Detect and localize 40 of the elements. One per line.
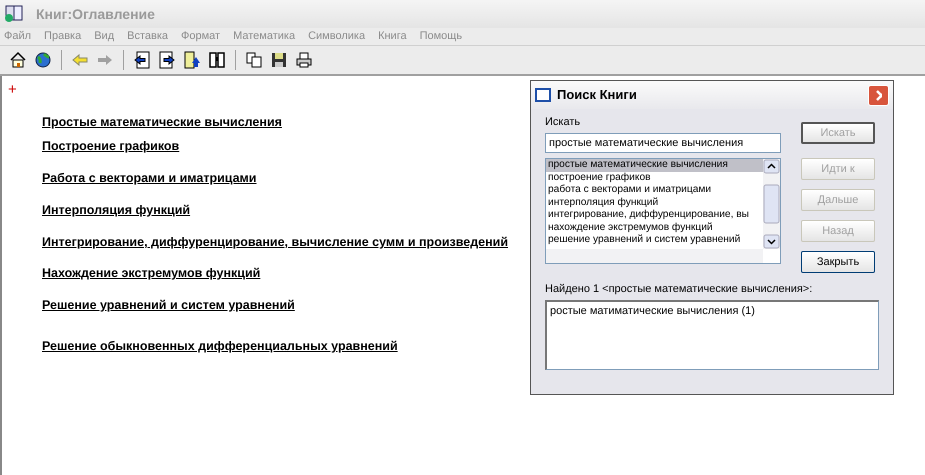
contents-link[interactable]: Работа с векторами и иматрицами [42,171,256,186]
close-button[interactable] [868,84,889,106]
vertical-scrollbar[interactable] [763,159,780,249]
scroll-up-icon[interactable] [763,159,780,174]
search-label: Искать [545,115,582,129]
topic-item[interactable]: построение графиков [546,172,763,184]
horizontal-scrollbar[interactable] [546,249,763,263]
page-arrow-icon[interactable] [132,50,152,70]
contents-link[interactable]: Решение обыкновенных дифференциальных уравнений [42,339,398,354]
copy-icon[interactable] [244,50,264,70]
globe-icon[interactable] [33,50,53,70]
contents-link[interactable]: Нахождение экстремумов функций [42,266,260,281]
window-title: Книг:Оглавление [36,4,155,24]
search-field[interactable]: простые математические вычисления [545,133,781,153]
book-icon [4,5,24,23]
plus-marker: + [8,82,17,97]
contents-link[interactable]: Интегрирование, диффуренцирование, вычисление сумм и произведений [42,235,508,250]
topic-item[interactable]: работа с векторами и иматрицами [546,184,763,196]
binoculars-icon[interactable] [207,50,227,70]
contents-link[interactable]: Построение графиков [42,139,180,154]
topic-item[interactable]: простые математические вычисления [546,159,763,172]
result-item[interactable]: ростые матиматические вычисления (1) [550,303,875,320]
page-arrow-icon[interactable] [182,50,202,70]
dialog-button[interactable]: Закрыть [801,251,875,273]
scroll-down-icon[interactable] [763,234,780,249]
contents-link[interactable]: Интерполяция функций [42,203,190,218]
dialog-title: Поиск Книги [557,86,637,104]
page-arrow-icon[interactable] [157,50,177,70]
topic-item[interactable]: решение уравнений и систем уравнений [546,234,763,246]
contents-link[interactable]: Простые математические вычисления [42,115,282,130]
window-icon [535,88,551,102]
floppy-icon[interactable] [269,50,289,70]
topic-item[interactable]: интегрирование, диффуренцирование, вы [546,209,763,222]
scroll-thumb[interactable] [763,184,780,224]
topic-item[interactable]: интерполяция функций [546,196,763,209]
topic-item[interactable]: нахождение экстремумов функций [546,222,763,234]
found-label: Найдено 1 <простые математические вычисления>: [545,282,814,296]
contents-link[interactable]: Решение уравнений и систем уравнений [42,298,295,313]
printer-icon[interactable] [294,50,314,70]
home-icon[interactable] [8,50,28,70]
